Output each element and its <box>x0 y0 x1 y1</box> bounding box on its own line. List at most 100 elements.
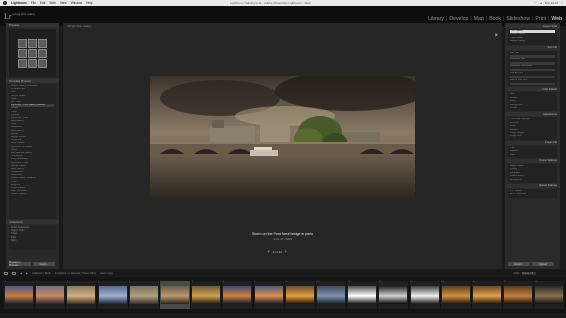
upload-button[interactable]: Upload <box>532 262 554 266</box>
site-info-fields-item[interactable]: Site Title <box>510 52 555 55</box>
thumb-image <box>192 286 221 304</box>
menu-file[interactable]: File <box>31 1 36 5</box>
template-browser-header[interactable]: Template Browser <box>6 79 59 83</box>
filmstrip-thumb[interactable]: 16 <box>472 281 502 309</box>
preview-panel-header[interactable]: Preview <box>6 23 59 27</box>
thumb-image <box>410 286 439 304</box>
menu-help[interactable]: Help <box>86 1 93 5</box>
collections-list: Smart Collections Project folder Travel Par… <box>9 226 56 250</box>
filmstrip-thumb[interactable]: 11 <box>316 281 346 309</box>
site-info-fields-item[interactable]: Collection Title <box>510 58 555 61</box>
second-window-icon[interactable] <box>12 271 16 275</box>
filmstrip-thumb[interactable]: 9 <box>253 281 284 309</box>
text-field[interactable] <box>510 82 555 85</box>
forward-arrow-icon[interactable]: ▶ <box>26 272 28 275</box>
menu-view[interactable]: View <box>60 1 67 5</box>
clock[interactable]: Thu 10:47 <box>545 1 559 5</box>
filter-label: Filter: <box>513 271 520 275</box>
filmstrip-thumb[interactable]: 4 <box>97 281 128 309</box>
image-info-header[interactable]: Image Info <box>505 140 560 145</box>
search-icon[interactable]: ○ <box>561 1 563 5</box>
filmstrip-thumb[interactable]: 18 <box>534 281 565 309</box>
output-settings-header[interactable]: Output Settings <box>505 158 560 163</box>
filmstrip-thumb[interactable]: 3 <box>66 281 97 309</box>
module-slideshow[interactable]: Slideshow <box>506 16 530 22</box>
color-palette-list: Text Header Menu Background Border <box>508 92 557 112</box>
template-item[interactable]: Custom gallery <box>11 193 54 196</box>
filter-dropdown[interactable]: Filters Off <box>522 271 536 275</box>
filmstrip-thumb[interactable]: 2 <box>35 281 66 309</box>
identity-plate: Upload Web Gallery <box>12 13 35 16</box>
module-map[interactable]: Map <box>474 16 484 22</box>
thumb-number: 15 <box>441 281 444 283</box>
upload-items-item[interactable]: Put in Subfolder <box>510 193 555 196</box>
thumb-image <box>223 286 252 304</box>
photo-caption: Storm on the Pont Neuf bridge in paris <box>251 232 314 236</box>
volume-icon[interactable]: ◂ <box>540 1 542 5</box>
close-icon[interactable]: × <box>494 33 498 39</box>
layout-style-header[interactable]: Layout Style <box>505 24 560 28</box>
module-web[interactable]: Web <box>551 16 562 22</box>
appearance-items-item[interactable]: Image Size <box>510 135 555 138</box>
export-button[interactable]: Export... <box>508 262 530 266</box>
filmstrip-thumb[interactable]: 1 <box>4 281 34 309</box>
filmstrip-thumb[interactable]: 15 <box>440 281 471 309</box>
filmstrip-thumb[interactable]: 13 <box>378 281 409 309</box>
filmstrip-thumb[interactable]: 17 <box>503 281 534 309</box>
menu-edit[interactable]: Edit <box>40 1 46 5</box>
color-palette-header[interactable]: Color Palette <box>505 87 560 92</box>
left-export-button[interactable]: Export... <box>33 262 55 266</box>
appearance-header[interactable]: Appearance <box>505 112 560 117</box>
filmstrip-thumb[interactable]: 14 <box>409 281 440 309</box>
left-panel-footer: Preview in Browser... Export... <box>9 261 55 267</box>
layout-styles-item[interactable]: Square Gallery <box>510 40 555 43</box>
collection-item[interactable]: Night <box>11 240 54 243</box>
site-info-fields-item[interactable]: Contact Info <box>510 72 555 75</box>
upload-settings-header[interactable]: Upload Settings <box>505 183 560 188</box>
image-info-items-item[interactable]: Date <box>510 154 555 157</box>
color-palette-items-item[interactable]: Border <box>510 107 555 110</box>
module-develop[interactable]: Develop <box>449 16 468 22</box>
filmstrip-thumb[interactable]: 10 <box>284 281 315 309</box>
thumb-number: 17 <box>503 281 507 283</box>
menu-app[interactable]: Lightroom <box>11 1 27 5</box>
site-info-fields-item[interactable]: Web or Mail Link <box>510 79 555 82</box>
thumb-number: 13 <box>378 281 382 283</box>
menu-web[interactable]: Web <box>49 1 56 5</box>
next-arrow-icon[interactable]: › <box>285 249 287 255</box>
image-info-list: Title Caption Date <box>508 145 557 158</box>
module-print[interactable]: Print <box>535 16 546 22</box>
filmstrip-thumb[interactable]: 12 <box>347 281 378 309</box>
filmstrip-thumb[interactable]: 7 <box>191 281 222 309</box>
filter-controls: Filter: Filters Off <box>513 271 536 275</box>
thumb-image <box>285 286 314 304</box>
previous-arrow-icon[interactable]: ‹ <box>268 249 270 255</box>
filmstrip: 1 2 3 4 5 6 7 8 9 10 11 12 13 14 15 16 17 18 <box>0 277 566 313</box>
thumb-number: 14 <box>410 281 413 283</box>
thumb-number: 5 <box>129 281 131 283</box>
module-book[interactable]: Book <box>489 16 501 22</box>
site-info-header[interactable]: Site Info <box>505 45 560 50</box>
filmstrip-thumb[interactable]: 8 <box>222 281 253 309</box>
collection-label[interactable]: Collection: Paris <box>32 272 51 275</box>
site-info-fields-item[interactable]: Collection Description <box>510 65 555 68</box>
grid-view-icon[interactable] <box>4 271 8 275</box>
thumb-image <box>254 286 283 304</box>
paris-bridge-image <box>150 76 415 200</box>
filmstrip-thumb[interactable]: 5 <box>128 281 159 309</box>
output-items-item[interactable]: Sharpening <box>510 179 555 182</box>
filename: paris-nf.jpg <box>99 271 113 275</box>
site-info-fields: Site Title Collection Title Collection Des… <box>508 50 557 87</box>
thumb-image <box>161 286 189 304</box>
filmstrip-thumb[interactable]: 6 <box>160 281 190 309</box>
back-arrow-icon[interactable]: ◀ <box>20 272 22 275</box>
module-library[interactable]: Library <box>428 16 444 22</box>
wifi-icon[interactable]: ◠ <box>535 1 538 5</box>
apple-icon[interactable] <box>3 1 7 5</box>
thumb-number: 12 <box>347 281 351 283</box>
menu-window[interactable]: Window <box>71 1 82 5</box>
thumb-image <box>5 286 33 304</box>
preview-in-browser-button[interactable]: Preview in Browser... <box>9 261 31 267</box>
collections-header[interactable]: Collections <box>6 220 59 224</box>
main-photo[interactable] <box>150 76 415 200</box>
